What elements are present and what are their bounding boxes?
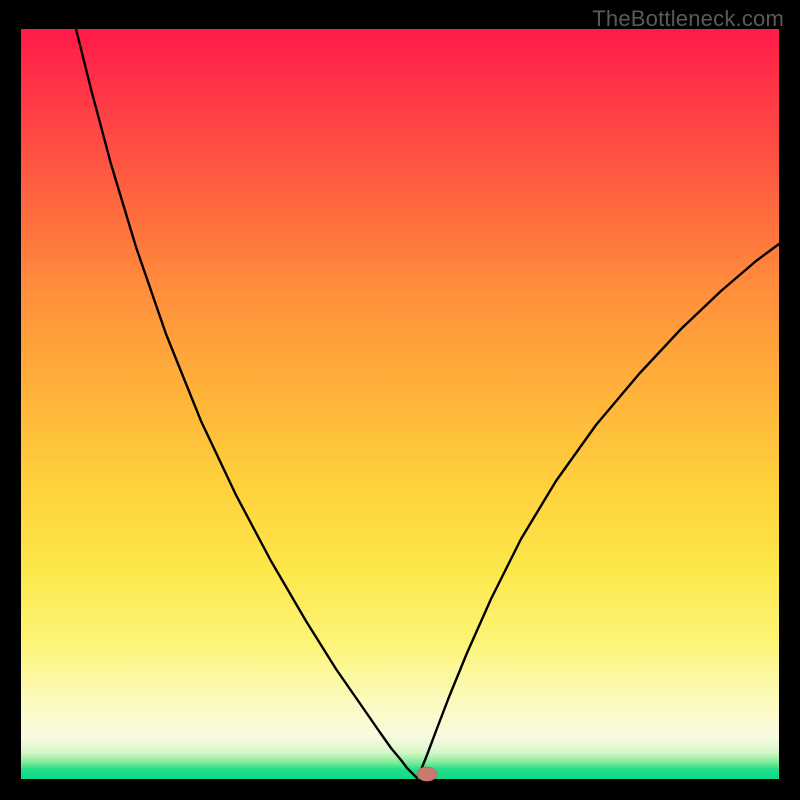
plot-area (21, 29, 779, 779)
minimum-marker (417, 767, 437, 781)
curve-right-branch (417, 244, 779, 778)
curve-left-branch (76, 29, 417, 778)
plot-svg (21, 29, 779, 779)
chart-frame: TheBottleneck.com (0, 0, 800, 800)
watermark-text: TheBottleneck.com (592, 6, 784, 32)
